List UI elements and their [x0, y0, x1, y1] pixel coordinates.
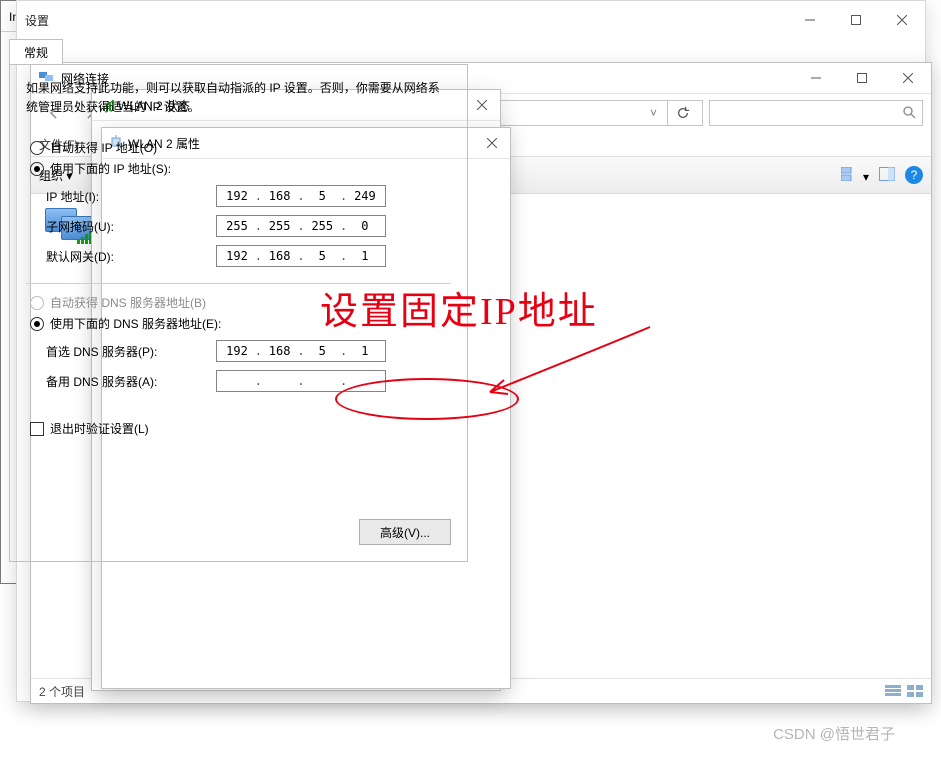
radio-manual-dns-label: 使用下面的 DNS 服务器地址(E): [50, 315, 221, 332]
field-mask: 子网掩码(U): 255. 255. 255. 0 [46, 215, 451, 237]
minimize-button[interactable] [793, 62, 839, 94]
large-view-icon[interactable] [907, 685, 923, 697]
watermark: CSDN @悟世君子 [773, 723, 895, 744]
radio-auto-ip-label: 自动获得 IP 地址(O) [50, 139, 157, 156]
minimize-button[interactable] [787, 4, 833, 36]
dns2-input[interactable]: . . . [216, 370, 386, 392]
radio-auto-dns-label: 自动获得 DNS 服务器地址(B) [50, 294, 206, 311]
settings-title: 设置 [25, 12, 787, 29]
search-box[interactable] [709, 100, 923, 126]
address-dropdown[interactable]: ˅ [644, 106, 663, 120]
radio-icon [30, 162, 44, 176]
view-thumb-icon[interactable]: ▾ [841, 167, 869, 184]
mask-label: 子网掩码(U): [46, 218, 216, 235]
help-icon[interactable]: ? [905, 166, 923, 184]
close-button[interactable] [879, 4, 925, 36]
intro-text: 如果网络支持此功能，则可以获取自动指派的 IP 设置。否则，你需要从网络系统管理… [26, 79, 451, 117]
close-button[interactable] [464, 90, 500, 120]
radio-auto-ip[interactable]: 自动获得 IP 地址(O) [30, 139, 451, 156]
gateway-input[interactable]: 192. 168. 5. 1 [216, 245, 386, 267]
radio-manual-ip-label: 使用下面的 IP 地址(S): [50, 160, 171, 177]
details-view-icon[interactable] [885, 685, 901, 697]
dns1-input[interactable]: 192. 168. 5. 1 [216, 340, 386, 362]
tab-general[interactable]: 常规 [9, 39, 63, 65]
checkbox-validate-exit[interactable]: 退出时验证设置(L) [30, 420, 451, 437]
radio-icon [30, 317, 44, 331]
ip-input[interactable]: 192. 168. 5. 249 [216, 185, 386, 207]
dns2-label: 备用 DNS 服务器(A): [46, 373, 216, 390]
field-gateway: 默认网关(D): 192. 168. 5. 1 [46, 245, 451, 267]
checkbox-icon [30, 422, 44, 436]
settings-titlebar: 设置 [17, 1, 925, 39]
radio-icon [30, 296, 44, 310]
advanced-button[interactable]: 高级(V)... [359, 519, 451, 545]
field-ip: IP 地址(I): 192. 168. 5. 249 [46, 185, 451, 207]
search-icon [902, 105, 916, 122]
radio-icon [30, 141, 44, 155]
annotation-text: 设置固定IP地址 [320, 280, 598, 335]
close-button[interactable] [474, 128, 510, 158]
status-view-icons [885, 685, 923, 697]
maximize-button[interactable] [833, 4, 879, 36]
ip-label: IP 地址(I): [46, 188, 216, 205]
field-dns1: 首选 DNS 服务器(P): 192. 168. 5. 1 [46, 340, 451, 362]
status-item-count: 2 个项目 [39, 683, 85, 700]
gateway-label: 默认网关(D): [46, 248, 216, 265]
view-preview-icon[interactable] [879, 167, 895, 184]
maximize-button[interactable] [839, 62, 885, 94]
radio-manual-ip[interactable]: 使用下面的 IP 地址(S): [30, 160, 451, 177]
field-dns2: 备用 DNS 服务器(A): . . . [46, 370, 451, 392]
mask-input[interactable]: 255. 255. 255. 0 [216, 215, 386, 237]
dns1-label: 首选 DNS 服务器(P): [46, 343, 216, 360]
refresh-button[interactable] [667, 100, 698, 126]
checkbox-validate-label: 退出时验证设置(L) [50, 420, 149, 437]
close-button[interactable] [885, 62, 931, 94]
